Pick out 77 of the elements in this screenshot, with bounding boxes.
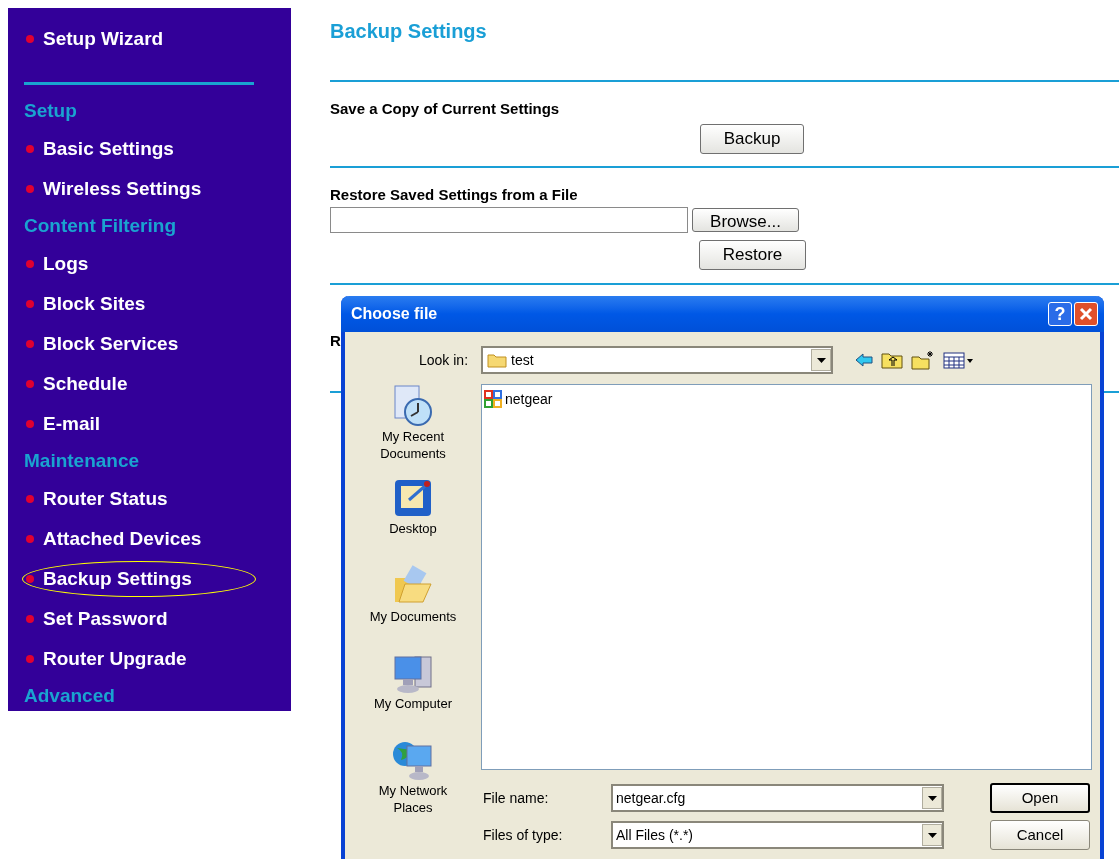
dropdown-value: All Files (*.*) — [616, 825, 694, 845]
places-shortcut[interactable]: My Network Places — [361, 738, 465, 825]
sidebar-link[interactable]: Attached Devices — [43, 524, 202, 554]
sidebar-link[interactable]: Basic Settings — [43, 134, 174, 164]
section-heading: Save a Copy of Current Settings — [330, 100, 560, 117]
file-path-field[interactable] — [330, 207, 688, 233]
dropdown-value: netgear.cfg — [616, 788, 687, 808]
sidebar-link[interactable]: Schedule — [43, 369, 128, 399]
bullet-icon — [26, 185, 34, 193]
sidebar-link[interactable]: Wireless Settings — [43, 174, 202, 204]
backup-button[interactable]: Backup — [700, 124, 804, 154]
folder-icon — [487, 352, 507, 368]
section-heading: Setup — [24, 99, 77, 124]
dropdown-button[interactable] — [922, 787, 942, 809]
bullet-icon — [26, 495, 34, 503]
dropdown-button[interactable] — [811, 349, 831, 371]
caret-icon — [927, 795, 937, 801]
section-heading: Maintenance — [24, 449, 140, 474]
bullet-icon — [26, 300, 34, 308]
file-icon — [484, 390, 502, 408]
shortcut-label: Desktop — [389, 520, 437, 537]
new-folder-icon[interactable] — [911, 350, 935, 370]
look-in-dropdown[interactable]: test — [481, 346, 833, 374]
look-in-value: test — [511, 350, 535, 370]
bullet-icon — [26, 575, 34, 583]
window-title: Choose file — [351, 304, 439, 324]
cancel-button[interactable]: Cancel — [990, 820, 1090, 850]
field-label: Files of type: — [483, 825, 564, 845]
places-shortcut[interactable]: My Recent Documents — [361, 384, 465, 476]
places-shortcut[interactable]: My Computer — [361, 651, 465, 738]
bullet-icon — [26, 380, 34, 388]
browse-button[interactable]: Browse... — [692, 208, 799, 232]
bullet-icon — [26, 615, 34, 623]
close-icon — [1079, 307, 1093, 321]
file-type-dropdown[interactable]: All Files (*.*) — [611, 821, 944, 849]
sidebar-link[interactable]: E-mail — [43, 409, 101, 439]
file-name-dropdown[interactable]: netgear.cfg — [611, 784, 944, 812]
bullet-icon — [26, 340, 34, 348]
page-title: Backup Settings — [330, 19, 487, 43]
section-heading: Advanced — [24, 684, 115, 709]
sidebar-link[interactable]: Block Services — [43, 329, 179, 359]
restore-button[interactable]: Restore — [699, 240, 806, 270]
shortcut-label: My Computer — [374, 695, 452, 712]
bullet-icon — [26, 535, 34, 543]
sidebar-link[interactable]: Set Password — [43, 604, 168, 634]
sidebar-link[interactable]: Backup Settings — [43, 564, 192, 594]
shortcut-label: My Recent Documents — [379, 428, 447, 462]
sidebar-link[interactable]: Setup Wizard — [43, 24, 164, 54]
look-in-label: Look in: — [419, 350, 470, 370]
section-heading: R — [330, 332, 341, 349]
sidebar-link[interactable]: Block Sites — [43, 289, 146, 319]
bullet-icon — [26, 420, 34, 428]
back-arrow-icon[interactable] — [855, 353, 873, 367]
file-item[interactable]: netgear — [484, 387, 553, 411]
section-heading: Content Filtering — [24, 214, 176, 239]
shortcut-label: My Documents — [369, 608, 457, 625]
bullet-icon — [26, 35, 34, 43]
open-button[interactable]: Open — [990, 783, 1090, 813]
sidebar-link[interactable]: Router Upgrade — [43, 644, 187, 674]
field-label: File name: — [483, 788, 550, 808]
sidebar-link[interactable]: Logs — [43, 249, 89, 279]
places-shortcut[interactable]: Desktop — [361, 476, 465, 564]
sidebar-link[interactable]: Router Status — [43, 484, 168, 514]
views-menu-icon[interactable] — [943, 351, 975, 369]
help-button[interactable]: ? — [1048, 302, 1072, 326]
bullet-icon — [26, 260, 34, 268]
section-heading: Restore Saved Settings from a File — [330, 186, 578, 203]
caret-icon — [816, 357, 826, 363]
places-shortcut[interactable]: My Documents — [361, 564, 465, 651]
close-button[interactable] — [1074, 302, 1098, 326]
shortcut-label: My Network Places — [377, 782, 449, 816]
up-folder-icon[interactable] — [881, 351, 903, 369]
caret-icon — [927, 832, 937, 838]
bullet-icon — [26, 145, 34, 153]
dropdown-button[interactable] — [922, 824, 942, 846]
document-clock-icon — [391, 384, 435, 428]
bullet-icon — [26, 655, 34, 663]
